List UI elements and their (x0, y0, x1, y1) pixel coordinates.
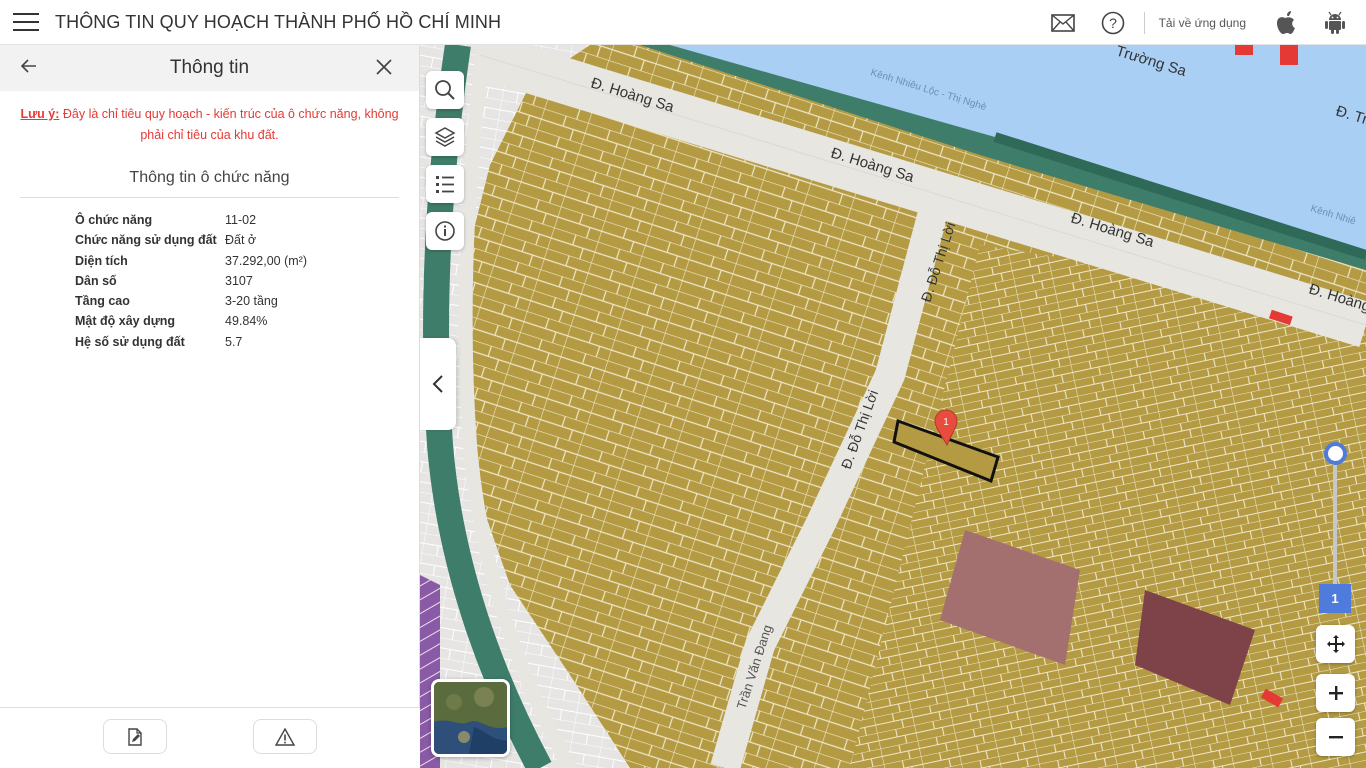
collapse-panel-button[interactable] (420, 338, 456, 430)
report-button[interactable] (253, 719, 317, 754)
close-icon[interactable] (375, 58, 393, 81)
panel-title: Thông tin (169, 57, 250, 78)
panel-header: Thông tin (0, 45, 419, 91)
menu-icon[interactable] (13, 13, 39, 31)
warning-icon (275, 727, 295, 746)
map-marker-label: 1 (943, 417, 949, 428)
zoom-slider-handle[interactable] (1324, 442, 1347, 465)
document-edit-icon (128, 727, 142, 746)
map-layer: 1 Đ. Hoàng Sa Đ. Hoàng Sa Đ. Hoàng Sa Đ.… (420, 45, 1366, 768)
recenter-button[interactable] (1316, 625, 1355, 663)
planning-note: Lưu ý: Đây là chỉ tiêu quy hoạch - kiến … (0, 104, 419, 146)
info-key: Chức năng sử dụng đất (75, 233, 217, 248)
info-table: Ô chức năng 11-02 Chức năng sử dụng đất … (75, 210, 419, 352)
info-row: Ô chức năng 11-02 (75, 210, 419, 230)
info-row: Dân số 3107 (75, 271, 419, 291)
section-title: Thông tin ô chức năng (20, 169, 399, 198)
info-key: Dân số (75, 273, 117, 288)
top-bar: THÔNG TIN QUY HOẠCH THÀNH PHỐ HỒ CHÍ MIN… (0, 0, 1366, 45)
info-row: Mật độ xây dựng 49.84% (75, 311, 419, 331)
app-title: THÔNG TIN QUY HOẠCH THÀNH PHỐ HỒ CHÍ MIN… (55, 11, 502, 32)
search-icon[interactable] (426, 71, 464, 109)
info-key: Diện tích (75, 253, 128, 268)
map-canvas[interactable]: 1 Đ. Hoàng Sa Đ. Hoàng Sa Đ. Hoàng Sa Đ.… (420, 45, 1366, 768)
info-row: Chức năng sử dụng đất Đất ở (75, 230, 419, 250)
mail-icon[interactable] (1050, 10, 1076, 36)
note-text: Đây là chỉ tiêu quy hoạch - kiến trúc củ… (62, 107, 399, 142)
info-value: 37.292,00 (m²) (225, 253, 307, 268)
android-icon[interactable] (1322, 10, 1348, 36)
info-value: 3-20 tầng (225, 294, 278, 309)
info-panel: Thông tin Lưu ý: Đây là chỉ tiêu quy hoạ… (0, 45, 420, 768)
plus-icon (1328, 686, 1343, 700)
back-arrow-icon[interactable] (20, 57, 38, 80)
document-button[interactable] (103, 719, 167, 754)
satellite-thumbnail-image (434, 682, 507, 754)
apple-icon[interactable] (1272, 10, 1298, 36)
help-icon[interactable]: ? (1100, 10, 1126, 36)
info-row: Hệ số sử dụng đất 5.7 (75, 332, 419, 352)
layers-icon[interactable] (426, 118, 464, 156)
info-value: Đất ở (225, 233, 257, 248)
panel-footer (0, 707, 420, 768)
zoom-out-button[interactable] (1316, 718, 1355, 756)
info-icon[interactable] (426, 212, 464, 250)
zoom-slider-track[interactable] (1333, 458, 1337, 586)
info-row: Diện tích 37.292,00 (m²) (75, 251, 419, 271)
header-actions: ? Tải về ứng dụng (1038, 0, 1366, 45)
info-key: Ô chức năng (75, 213, 153, 227)
list-icon[interactable] (426, 165, 464, 203)
svg-text:?: ? (1109, 15, 1117, 31)
zoom-in-button[interactable] (1316, 674, 1355, 712)
basemap-thumbnail[interactable] (431, 679, 510, 757)
zoom-level-badge: 1 (1319, 584, 1351, 613)
download-app-label: Tải về ứng dụng (1158, 15, 1246, 30)
chevron-left-icon (432, 375, 443, 393)
info-value: 5.7 (225, 334, 243, 349)
move-icon (1326, 635, 1345, 653)
info-value: 49.84% (225, 314, 268, 329)
info-value: 11-02 (225, 213, 257, 227)
header-divider (1143, 11, 1145, 34)
minus-icon (1328, 736, 1343, 739)
info-value: 3107 (225, 273, 253, 288)
map-tools (426, 71, 464, 259)
info-row: Tầng cao 3-20 tầng (75, 291, 419, 311)
info-key: Mật độ xây dựng (75, 314, 176, 329)
note-label: Lưu ý: (20, 107, 60, 121)
info-key: Hệ số sử dụng đất (75, 334, 185, 349)
info-key: Tầng cao (75, 294, 130, 309)
